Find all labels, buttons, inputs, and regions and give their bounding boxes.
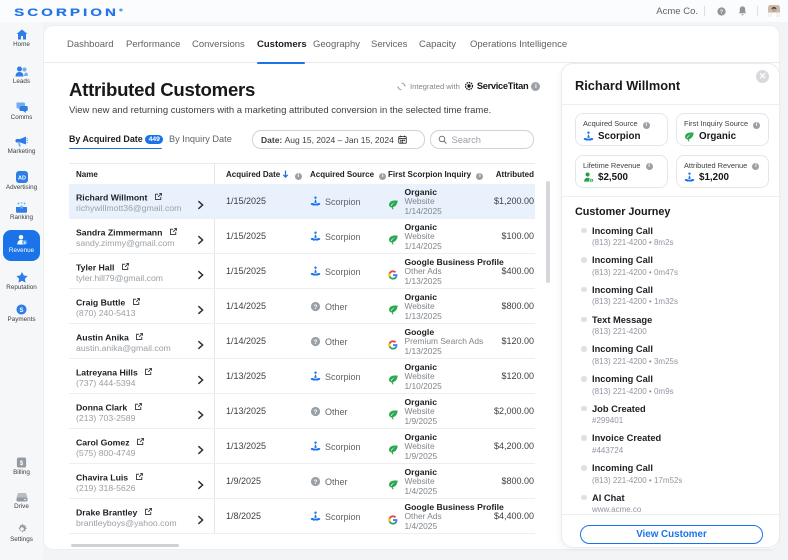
svg-text:?: ? xyxy=(314,339,318,346)
svg-text:$: $ xyxy=(590,179,592,183)
svg-text:?: ? xyxy=(719,9,722,15)
svg-text:?: ? xyxy=(314,479,318,486)
svg-text:?: ? xyxy=(314,409,318,416)
svg-text:AD: AD xyxy=(18,175,26,181)
svg-text:?: ? xyxy=(314,304,318,311)
svg-text:S: S xyxy=(20,308,24,314)
